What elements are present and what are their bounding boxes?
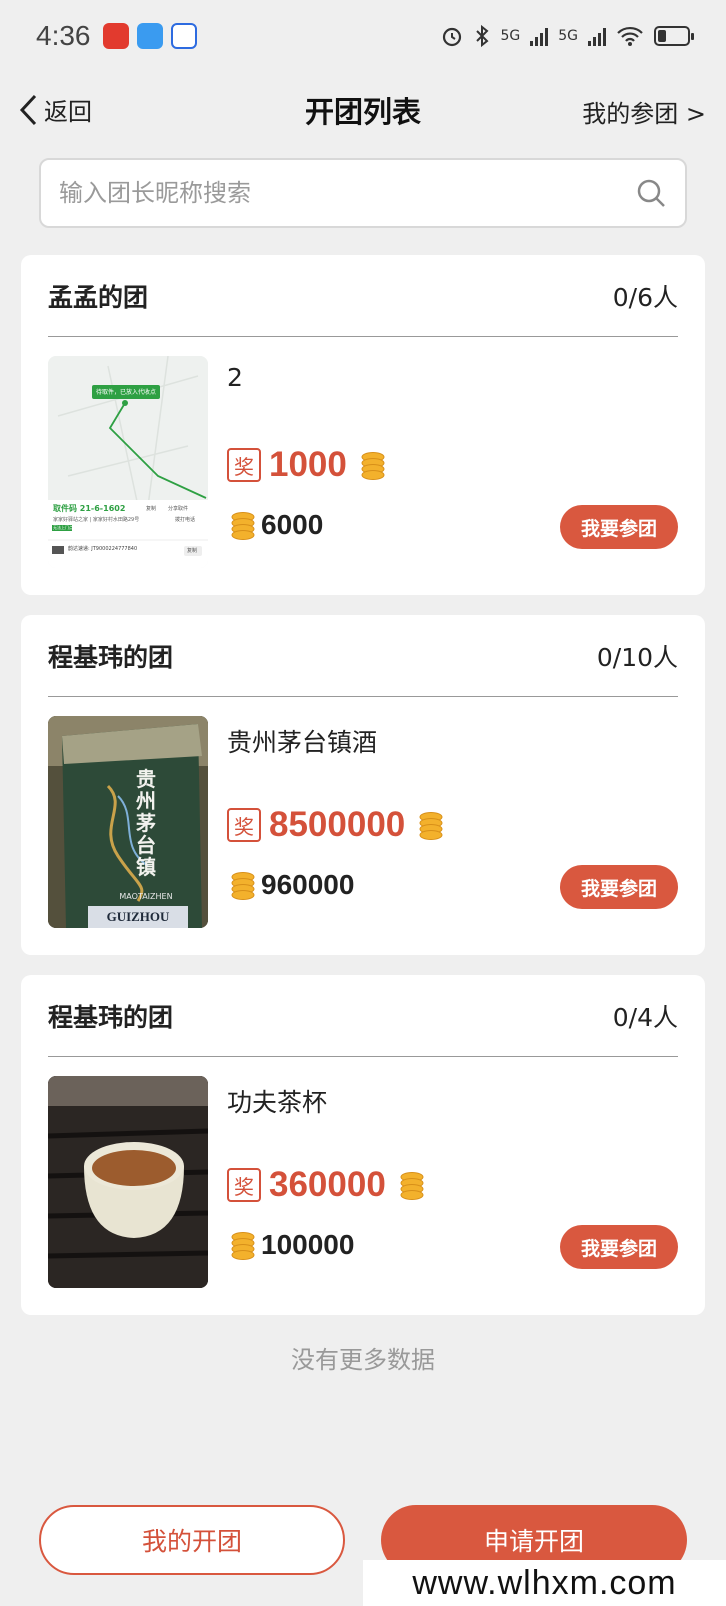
map-copy-action: 复制 xyxy=(146,506,157,512)
group-card: 程基玮的团 0/4人 功夫茶杯 奖 360000 100000 我要参团 xyxy=(21,975,705,1315)
group-leader-name: 程基玮的团 xyxy=(48,1002,174,1032)
product-name: 功夫茶杯 xyxy=(227,1088,328,1117)
map-call-action: 拨打电话 xyxy=(175,517,196,523)
wifi-icon xyxy=(617,26,643,46)
status-bar: 4:36 5G 5G xyxy=(0,0,726,72)
signal-icon xyxy=(530,26,549,46)
group-member-count: 0/10人 xyxy=(596,642,678,672)
coins-icon xyxy=(419,812,443,840)
no-more-data-text: 没有更多数据 xyxy=(291,1346,435,1374)
battery-level xyxy=(658,30,667,42)
leader-search-input[interactable] xyxy=(59,179,635,207)
battery-icon xyxy=(654,26,694,46)
my-joined-groups-link[interactable]: 我的参团 > xyxy=(582,94,706,129)
group-card-header: 程基玮的团 0/10人 xyxy=(48,615,678,697)
chevron-left-icon xyxy=(19,94,37,125)
group-leader-name: 程基玮的团 xyxy=(48,642,174,672)
product-thumbnail[interactable]: 贵州茅台镇 MAOTAIZHEN GUIZHOU xyxy=(48,716,208,928)
join-cost-amount: 6000 xyxy=(261,509,324,540)
coins-icon xyxy=(231,872,255,900)
liquor-brand-calligraphy: 贵州茅台镇 xyxy=(136,767,156,879)
nav-header: 返回 开团列表 我的参团 > xyxy=(0,80,726,140)
cost-row: 100000 xyxy=(227,1229,354,1261)
cloud-app-icon xyxy=(136,23,163,49)
app-notification-icon xyxy=(102,23,129,49)
join-cost-amount: 960000 xyxy=(261,869,355,900)
product-thumbnail[interactable]: 待取件，已放入代收点 取件码 21-6-1602 复制 分享取件 家家好驿站之家… xyxy=(48,356,208,568)
paw-app-icon xyxy=(170,23,197,49)
prize-tag: 奖 xyxy=(227,808,261,842)
pickup-address-text: 家家好驿站之家 | 家家好村水田路29号 xyxy=(53,517,140,523)
alarm-icon xyxy=(443,27,462,47)
pickup-code-text: 取件码 21-6-1602 xyxy=(53,504,126,513)
prize-amount: 1000 xyxy=(269,445,347,484)
signal-icon-2 xyxy=(588,26,606,46)
group-leader-name: 孟孟的团 xyxy=(48,282,149,312)
map-share-action: 分享取件 xyxy=(168,506,189,512)
cost-row: 6000 xyxy=(227,509,323,541)
prize-row: 奖 360000 xyxy=(227,1165,426,1205)
search-icon[interactable] xyxy=(635,177,667,209)
liquor-brand-line-2: GUIZHOU xyxy=(106,909,170,924)
network-5g-label: 5G xyxy=(500,28,521,44)
bluetooth-icon xyxy=(476,24,489,48)
prize-row: 奖 1000 xyxy=(227,445,387,485)
search-box xyxy=(39,158,687,228)
join-group-button[interactable]: 我要参团 xyxy=(560,505,678,549)
my-groups-button[interactable]: 我的开团 xyxy=(39,1505,345,1575)
tracking-number-text: 韵达速递: JT9000224777840 xyxy=(68,546,138,552)
map-copy-button-text: 复制 xyxy=(187,548,198,554)
watermark-text: www.wlhxm.com xyxy=(363,1560,726,1606)
back-label: 返回 xyxy=(44,98,92,126)
group-card-header: 孟孟的团 0/6人 xyxy=(48,255,678,337)
prize-tag: 奖 xyxy=(227,1168,261,1202)
product-thumbnail[interactable] xyxy=(48,1076,208,1288)
product-name: 2 xyxy=(227,363,243,392)
group-member-count: 0/4人 xyxy=(612,1002,678,1032)
group-card-header: 程基玮的团 0/4人 xyxy=(48,975,678,1057)
map-banner-text: 待取件，已放入代收点 xyxy=(95,389,156,396)
network-5g-label-2: 5G xyxy=(558,28,578,44)
status-indicators: 5G 5G xyxy=(440,24,694,48)
coins-icon xyxy=(400,1172,424,1200)
product-name: 贵州茅台镇酒 xyxy=(227,728,378,757)
coins-icon xyxy=(361,452,385,480)
group-card: 程基玮的团 0/10人 贵州茅台镇 MAOTAIZHEN GUIZHOU 贵州茅… xyxy=(21,615,705,955)
join-group-button[interactable]: 我要参团 xyxy=(560,1225,678,1269)
status-time: 4:36 xyxy=(36,20,91,51)
group-member-count: 0/6人 xyxy=(612,282,678,312)
tea-cup-image xyxy=(48,1076,208,1288)
back-button[interactable]: 返回 xyxy=(18,92,92,127)
prize-amount: 360000 xyxy=(269,1165,386,1204)
prize-row: 奖 8500000 xyxy=(227,805,445,845)
group-card: 孟孟的团 0/6人 待取件，已放入代收点 取件码 21-6-1602 复制 分享… xyxy=(21,255,705,595)
coins-icon xyxy=(231,1232,255,1260)
join-cost-amount: 100000 xyxy=(261,1229,355,1260)
pickup-tag-text: 无法上门点 xyxy=(53,525,73,530)
prize-tag: 奖 xyxy=(227,448,261,482)
liquor-brand-line-1: MAOTAIZHEN xyxy=(119,892,173,901)
prize-amount: 8500000 xyxy=(269,805,406,844)
join-group-button[interactable]: 我要参团 xyxy=(560,865,678,909)
coins-icon xyxy=(231,512,255,540)
cost-row: 960000 xyxy=(227,869,354,901)
